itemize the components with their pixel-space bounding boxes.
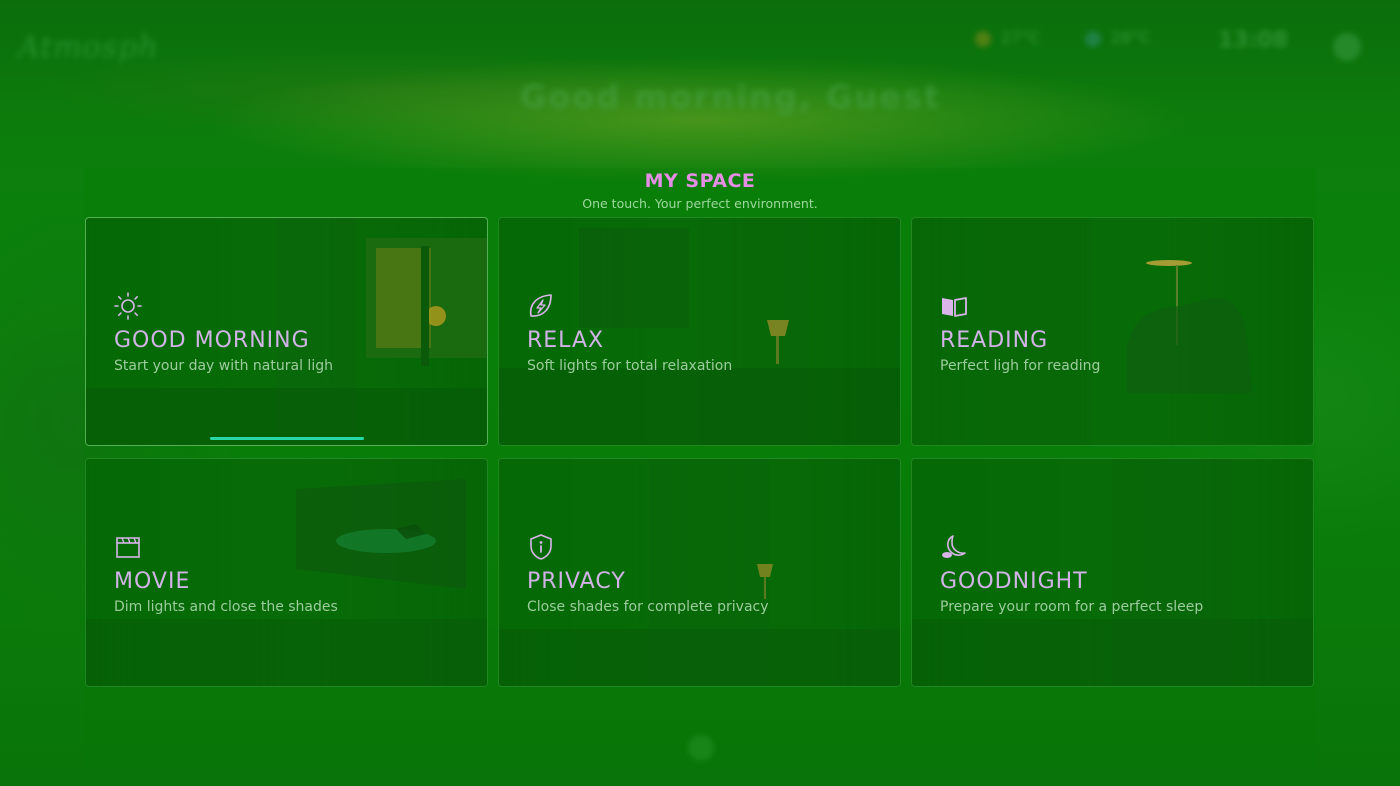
leaf-bolt-icon: [529, 294, 552, 317]
scene-description: Soft lights for total relaxation: [527, 358, 733, 374]
brand-logo: Atmosph: [18, 30, 159, 65]
scene-card-goodnight[interactable]: GOODNIGHT Prepare your room for a perfec…: [911, 458, 1314, 687]
scene-card-relax[interactable]: RELAX Soft lights for total relaxation: [498, 217, 901, 446]
scene-description: Prepare your room for a perfect sleep: [940, 599, 1204, 615]
scene-name: PRIVACY: [527, 569, 626, 594]
background-top-bar: Atmosph 27°C 28°C 13:08 Good morning, Gu…: [0, 0, 1400, 116]
page-title: MY SPACE: [644, 170, 756, 192]
scene-name: GOOD MORNING: [114, 328, 310, 353]
weather-indoor-temp: 28°C: [1111, 28, 1151, 47]
scene-card-reading[interactable]: READING Perfect ligh for reading: [911, 217, 1314, 446]
scene-description: Perfect ligh for reading: [940, 358, 1101, 374]
clapperboard-icon: [116, 537, 140, 558]
scene-card-good-morning[interactable]: GOOD MORNING Start your day with natural…: [85, 217, 488, 446]
scene-description: Dim lights and close the shades: [114, 599, 338, 615]
scene-card-privacy[interactable]: PRIVACY Close shades for complete privac…: [498, 458, 901, 687]
moon-icon: [942, 535, 966, 558]
scene-description: Close shades for complete privacy: [527, 599, 769, 615]
sun-icon: [975, 30, 991, 47]
clock: 13:08: [1218, 28, 1289, 53]
humidity-icon: [1085, 30, 1101, 47]
scene-name: MOVIE: [114, 569, 191, 594]
background-home-indicator: [688, 735, 714, 761]
app-screen: Atmosph 27°C 28°C 13:08 Good morning, Gu…: [0, 0, 1400, 786]
avatar: [1333, 33, 1361, 61]
scene-progress-bar: [210, 437, 364, 440]
page-subtitle: One touch. Your perfect environment.: [582, 196, 818, 211]
book-icon: [942, 297, 967, 317]
weather-outdoor-temp: 27°C: [1001, 28, 1041, 47]
shield-icon: [530, 534, 552, 560]
scene-name: READING: [940, 328, 1049, 353]
weather-indoor: 28°C: [1085, 28, 1151, 47]
sun-icon: [114, 292, 142, 320]
scene-name: RELAX: [527, 328, 605, 353]
scene-name: GOODNIGHT: [940, 569, 1088, 594]
scene-card-movie[interactable]: MOVIE Dim lights and close the shades: [85, 458, 488, 687]
weather-outdoor: 27°C: [975, 28, 1041, 47]
scene-description: Start your day with natural ligh: [114, 358, 333, 374]
greeting: Good morning, Guest: [520, 78, 942, 116]
